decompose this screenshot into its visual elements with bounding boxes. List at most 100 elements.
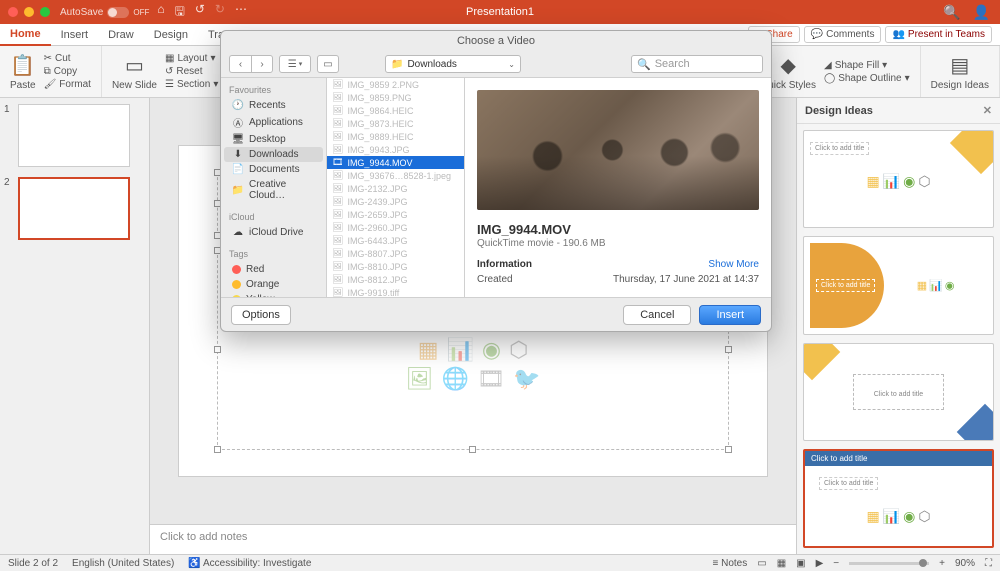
sidebar-creative[interactable]: 📁Creative Cloud… xyxy=(224,177,323,203)
tab-draw[interactable]: Draw xyxy=(98,25,144,45)
layout-button[interactable]: ▦Layout▾ xyxy=(165,53,218,64)
table-icon[interactable]: ▦ xyxy=(418,337,439,363)
save-icon[interactable]: 🖫 xyxy=(175,2,185,23)
show-more-link[interactable]: Show More xyxy=(708,259,759,270)
present-button[interactable]: 👥Present in Teams xyxy=(885,26,992,43)
comments-button[interactable]: 💬Comments xyxy=(804,26,882,43)
tab-insert[interactable]: Insert xyxy=(51,25,99,45)
view-normal-icon[interactable]: ▭ xyxy=(757,558,766,569)
columns-icon: ☰ xyxy=(288,59,297,70)
zoom-in-icon[interactable]: + xyxy=(939,558,945,569)
sidebar-downloads[interactable]: ⬇Downloads xyxy=(224,147,323,162)
sidebar-applications[interactable]: ⒶApplications xyxy=(224,113,323,132)
more-icon[interactable]: ⋯ xyxy=(235,2,247,23)
view-reading-icon[interactable]: ▣ xyxy=(796,558,805,569)
file-picker-dialog: Choose a Video ‹ › ☰▾ ▭ 📁 Downloads ⌄ 🔍 … xyxy=(220,30,772,332)
image-icon: 🖼 xyxy=(332,196,343,207)
picture-icon[interactable]: 🖼 xyxy=(406,366,434,392)
file-item[interactable]: 🖼IMG-6443.JPG xyxy=(327,234,464,247)
format-button[interactable]: 🖌Format xyxy=(44,79,91,90)
file-item[interactable]: 🖼IMG-9919.tiff xyxy=(327,286,464,297)
autosave-toggle[interactable]: AutoSave OFF xyxy=(60,7,149,18)
smartart-icon[interactable]: ◉ xyxy=(482,337,501,363)
zoom-out-icon[interactable]: − xyxy=(833,558,839,569)
account-icon[interactable]: 👤 xyxy=(973,4,990,21)
idea-2[interactable]: Click to add title ▦📊◉ xyxy=(803,236,994,334)
sidebar-recents[interactable]: 🕐Recents xyxy=(224,98,323,113)
file-item[interactable]: 🖼IMG_9943.JPG xyxy=(327,143,464,156)
view-slideshow-icon[interactable]: ▶ xyxy=(816,558,824,569)
file-item[interactable]: 🖼IMG_9873.HEIC xyxy=(327,117,464,130)
reset-button[interactable]: ↺Reset xyxy=(165,66,218,77)
thumb-2[interactable]: 2 xyxy=(6,177,143,240)
undo-icon[interactable]: ↺ xyxy=(195,2,205,23)
home-icon[interactable]: ⌂ xyxy=(157,2,164,23)
file-item[interactable]: 🖼IMG_9889.HEIC xyxy=(327,130,464,143)
file-list[interactable]: 🖼IMG_9859 2.PNG 🖼IMG_9859.PNG 🖼IMG_9864.… xyxy=(327,78,465,297)
idea-1[interactable]: Click to add title ▦📊◉⬡ xyxy=(803,130,994,228)
idea-4[interactable]: Click to add title Click to add title ▦📊… xyxy=(803,449,994,548)
sidebar-tag-red[interactable]: Red xyxy=(224,262,323,277)
slide-count[interactable]: Slide 2 of 2 xyxy=(8,558,58,569)
shape-outline-button[interactable]: ◯Shape Outline▾ xyxy=(824,73,910,84)
file-item[interactable]: 🖼IMG_9859 2.PNG xyxy=(327,78,464,91)
zoom-level[interactable]: 90% xyxy=(955,558,975,569)
ideas-header: Design Ideas xyxy=(805,105,873,117)
section-button[interactable]: ☰Section▾ xyxy=(165,79,218,90)
cancel-button[interactable]: Cancel xyxy=(623,305,691,325)
back-button[interactable]: ‹ xyxy=(229,55,251,73)
tab-design[interactable]: Design xyxy=(144,25,198,45)
d3-icon[interactable]: ⬡ xyxy=(509,337,528,363)
thumb-1[interactable]: 1 xyxy=(6,104,143,167)
accessibility[interactable]: ♿ Accessibility: Investigate xyxy=(188,558,311,569)
minimize-window-icon[interactable] xyxy=(24,7,34,17)
file-item[interactable]: 🖼IMG_93676…8528-1.jpeg xyxy=(327,169,464,182)
notes-pane[interactable]: Click to add notes xyxy=(150,524,796,554)
tab-home[interactable]: Home xyxy=(0,24,51,46)
paste-button[interactable]: 📋Paste xyxy=(6,51,40,93)
file-name: IMG_9864.HEIC xyxy=(347,106,413,116)
location-select[interactable]: 📁 Downloads ⌄ xyxy=(385,55,521,73)
file-item[interactable]: 🖼IMG-8807.JPG xyxy=(327,247,464,260)
fit-icon[interactable]: ⛶ xyxy=(985,558,992,569)
file-name: IMG-2659.JPG xyxy=(347,210,407,220)
online-icon[interactable]: 🌐 xyxy=(442,366,469,392)
file-item[interactable]: 🖼IMG_9859.PNG xyxy=(327,91,464,104)
zoom-slider[interactable] xyxy=(849,562,929,565)
shape-fill-button[interactable]: ◢Shape Fill▾ xyxy=(824,60,910,71)
sidebar-icloud-drive[interactable]: ☁iCloud Drive xyxy=(224,225,323,240)
chart-icon[interactable]: 📊 xyxy=(446,337,473,363)
design-ideas-button[interactable]: ▤Design Ideas xyxy=(927,51,993,93)
close-icon[interactable]: ✕ xyxy=(983,104,992,117)
sidebar-documents[interactable]: 📄Documents xyxy=(224,162,323,177)
view-sorter-icon[interactable]: ▦ xyxy=(777,558,786,569)
file-item[interactable]: 🖼IMG-2132.JPG xyxy=(327,182,464,195)
redo-icon[interactable]: ↻ xyxy=(215,2,225,23)
cut-button[interactable]: ✂Cut xyxy=(44,53,91,64)
sidebar-desktop[interactable]: 🖥Desktop xyxy=(224,132,323,147)
maximize-window-icon[interactable] xyxy=(40,7,50,17)
file-item[interactable]: 🖼IMG-8810.JPG xyxy=(327,260,464,273)
group-button[interactable]: ▭ xyxy=(317,55,339,73)
options-button[interactable]: Options xyxy=(231,305,291,325)
file-item[interactable]: 🖼IMG-2439.JPG xyxy=(327,195,464,208)
file-item-selected[interactable]: 🎞IMG_9944.MOV xyxy=(327,156,464,169)
language[interactable]: English (United States) xyxy=(72,558,174,569)
view-mode-button[interactable]: ☰▾ xyxy=(279,55,311,73)
close-window-icon[interactable] xyxy=(8,7,18,17)
idea-3[interactable]: Click to add title xyxy=(803,343,994,441)
cameo-icon[interactable]: 🐦 xyxy=(513,366,540,392)
video-icon[interactable]: 🎞 xyxy=(477,366,505,392)
copy-button[interactable]: ⧉Copy xyxy=(44,66,91,77)
file-item[interactable]: 🖼IMG-8812.JPG xyxy=(327,273,464,286)
file-item[interactable]: 🖼IMG-2960.JPG xyxy=(327,221,464,234)
search-input[interactable]: 🔍 Search xyxy=(631,55,763,73)
insert-button[interactable]: Insert xyxy=(699,305,761,325)
new-slide-button[interactable]: ▭New Slide xyxy=(108,51,161,93)
sidebar-tag-orange[interactable]: Orange xyxy=(224,277,323,292)
file-item[interactable]: 🖼IMG-2659.JPG xyxy=(327,208,464,221)
search-icon[interactable]: 🔍 xyxy=(943,4,960,21)
forward-button[interactable]: › xyxy=(251,55,273,73)
file-item[interactable]: 🖼IMG_9864.HEIC xyxy=(327,104,464,117)
notes-toggle[interactable]: ≡ Notes xyxy=(712,558,747,569)
